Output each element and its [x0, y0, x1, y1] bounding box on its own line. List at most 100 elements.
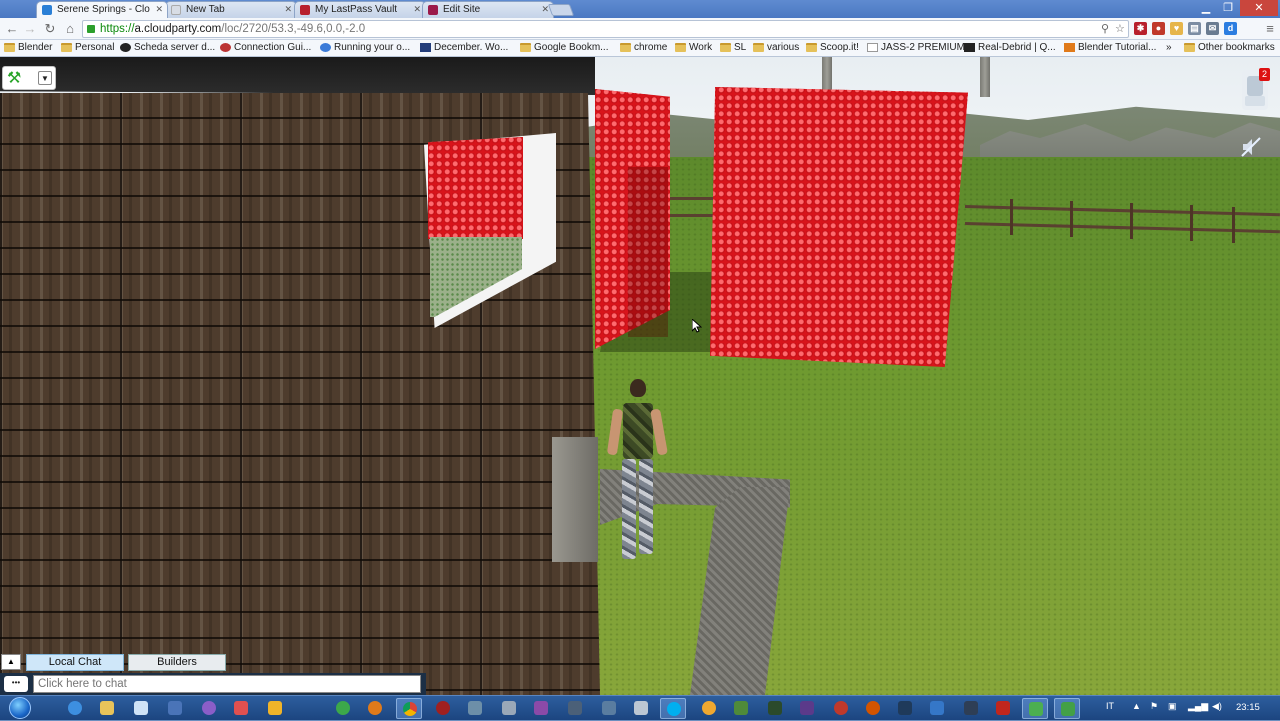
bookmark-star-icon[interactable]: ☆ — [1115, 22, 1125, 35]
taskbar-app[interactable] — [262, 698, 288, 719]
chat-bubble-icon[interactable]: ••• — [4, 676, 28, 692]
clock[interactable]: 23:15 — [1236, 702, 1260, 713]
red-cube-wall[interactable] — [710, 87, 968, 367]
bookmark-sl[interactable]: SL — [720, 42, 746, 53]
extension-icon[interactable]: ▤ — [1188, 22, 1201, 35]
language-indicator[interactable]: IT — [1106, 701, 1114, 711]
tray-app-icon[interactable]: ▣ — [1168, 701, 1177, 712]
taskbar-app[interactable] — [496, 698, 522, 719]
network-signal-icon[interactable]: ▂▄▆ — [1188, 701, 1208, 712]
bookmark-scheda-server[interactable]: Scheda server d... — [120, 42, 215, 53]
red-wall-doorway — [628, 167, 668, 337]
taskbar-filezilla[interactable] — [990, 698, 1016, 719]
menu-icon[interactable]: ≡ — [1262, 21, 1278, 37]
taskbar-app[interactable] — [196, 698, 222, 719]
taskbar-app[interactable] — [958, 698, 984, 719]
back-icon[interactable]: ← — [4, 21, 20, 37]
extension-icon[interactable]: d — [1224, 22, 1237, 35]
taskbar-app[interactable] — [860, 698, 886, 719]
browser-toolbar: ← → ↻ ⌂ https://a.cloudparty.com/loc/272… — [0, 18, 1280, 40]
taskbar-app[interactable] — [330, 698, 356, 719]
app-icon — [202, 701, 216, 715]
bookmark-real-debrid[interactable]: Real-Debrid | Q... — [964, 42, 1056, 53]
bookmark-connection-guide[interactable]: Connection Gui... — [220, 42, 311, 53]
taskbar-app[interactable] — [696, 698, 722, 719]
taskbar-app[interactable] — [528, 698, 554, 719]
taskbar-app[interactable] — [1022, 698, 1048, 719]
bookmark-blender[interactable]: Blender — [4, 42, 52, 53]
mute-audio-icon[interactable] — [1240, 136, 1262, 163]
bookmark-jass2[interactable]: JASS-2 PREMIUM — [867, 42, 965, 53]
chevron-down-icon[interactable]: ▼ — [38, 71, 52, 85]
tab-builders[interactable]: Builders — [128, 654, 226, 671]
taskbar-app[interactable] — [596, 698, 622, 719]
bookmark-personal[interactable]: Personal — [61, 42, 114, 53]
reload-icon[interactable]: ↻ — [42, 21, 58, 37]
tab-local-chat[interactable]: Local Chat — [26, 654, 124, 671]
bookmark-running-your[interactable]: Running your o... — [320, 42, 410, 53]
taskbar-app[interactable] — [628, 698, 654, 719]
taskbar-app[interactable] — [430, 698, 456, 719]
bookmark-various[interactable]: various — [753, 42, 799, 53]
tab-lastpass[interactable]: My LastPass Vault ✕ — [294, 1, 426, 18]
search-icon[interactable]: ⚲ — [1101, 22, 1109, 35]
collapse-chat-button[interactable]: ▲ — [1, 654, 21, 670]
taskbar-app[interactable] — [892, 698, 918, 719]
mail-extension-icon[interactable]: ✉ — [1206, 22, 1219, 35]
more-bookmarks-chevron[interactable]: » — [1166, 42, 1172, 53]
tab-serene-springs[interactable]: Serene Springs - Clo ✕ — [36, 1, 168, 18]
bookmark-work[interactable]: Work — [675, 42, 712, 53]
app-icon — [336, 701, 350, 715]
extension-icon[interactable]: ♥ — [1170, 22, 1183, 35]
taskbar-skype[interactable] — [660, 698, 686, 719]
address-bar[interactable]: https://a.cloudparty.com/loc/2720/53.3,-… — [82, 20, 1129, 38]
tab-new-tab[interactable]: New Tab ✕ — [165, 1, 297, 18]
bookmark-other[interactable]: Other bookmarks — [1184, 42, 1275, 53]
close-tab-icon[interactable]: ✕ — [413, 4, 421, 15]
build-tool-menu[interactable]: ⚒ ▼ — [2, 66, 56, 90]
bookmark-blender-tutorial[interactable]: Blender Tutorial... — [1064, 42, 1156, 53]
taskbar-app[interactable] — [362, 698, 388, 719]
bookmark-chrome[interactable]: chrome — [620, 42, 667, 53]
extension-icon[interactable]: ● — [1152, 22, 1165, 35]
bookmark-label: Personal — [75, 42, 115, 53]
taskbar-app[interactable] — [1054, 698, 1080, 719]
start-button[interactable] — [5, 696, 35, 721]
bookmark-december[interactable]: December. Wo... — [420, 42, 508, 53]
taskbar-app[interactable] — [562, 698, 588, 719]
taskbar-app[interactable] — [762, 698, 788, 719]
restore-window-icon[interactable]: ❐ — [1214, 0, 1242, 16]
taskbar-app[interactable] — [162, 698, 188, 719]
new-tab-button[interactable] — [547, 4, 575, 16]
windows-taskbar: IT ▲ ⚑ ▣ ▂▄▆ ◀) 23:15 — [0, 695, 1280, 720]
home-icon[interactable]: ⌂ — [62, 21, 78, 37]
bookmark-label: Real-Debrid | Q... — [978, 42, 1056, 53]
show-hidden-icons-icon[interactable]: ▲ — [1132, 701, 1141, 711]
lastpass-extension-icon[interactable]: ✱ — [1134, 22, 1147, 35]
taskbar-app[interactable] — [728, 698, 754, 719]
taskbar-app[interactable] — [228, 698, 254, 719]
tab-edit-site[interactable]: Edit Site ✕ — [422, 1, 554, 18]
volume-icon[interactable]: ◀) — [1212, 701, 1222, 712]
3d-world-viewport[interactable] — [0, 57, 1280, 695]
build-hammer-icon[interactable]: ⚒ — [7, 70, 25, 88]
taskbar-app[interactable] — [794, 698, 820, 719]
taskbar-app[interactable] — [828, 698, 854, 719]
taskbar-app[interactable] — [924, 698, 950, 719]
taskbar-ie[interactable] — [62, 698, 88, 719]
forward-icon[interactable]: → — [22, 21, 38, 37]
avatar-character[interactable] — [606, 379, 670, 564]
close-window-icon[interactable]: ✕ — [1240, 0, 1278, 16]
bookmarks-bar: Blender Personal Scheda server d... Conn… — [0, 40, 1280, 57]
bookmark-google-bookmarks[interactable]: Google Bookm... — [520, 42, 608, 53]
taskbar-chrome[interactable] — [396, 698, 422, 719]
taskbar-notepad[interactable] — [128, 698, 154, 719]
bookmark-scoop-it[interactable]: Scoop.it! — [806, 42, 859, 53]
chat-input[interactable] — [33, 675, 421, 693]
building-roof-edge — [0, 57, 595, 95]
close-tab-icon[interactable]: ✕ — [284, 4, 292, 15]
taskbar-app[interactable] — [462, 698, 488, 719]
close-tab-icon[interactable]: ✕ — [155, 4, 163, 15]
taskbar-explorer[interactable] — [94, 698, 120, 719]
flag-icon[interactable]: ⚑ — [1150, 701, 1158, 712]
